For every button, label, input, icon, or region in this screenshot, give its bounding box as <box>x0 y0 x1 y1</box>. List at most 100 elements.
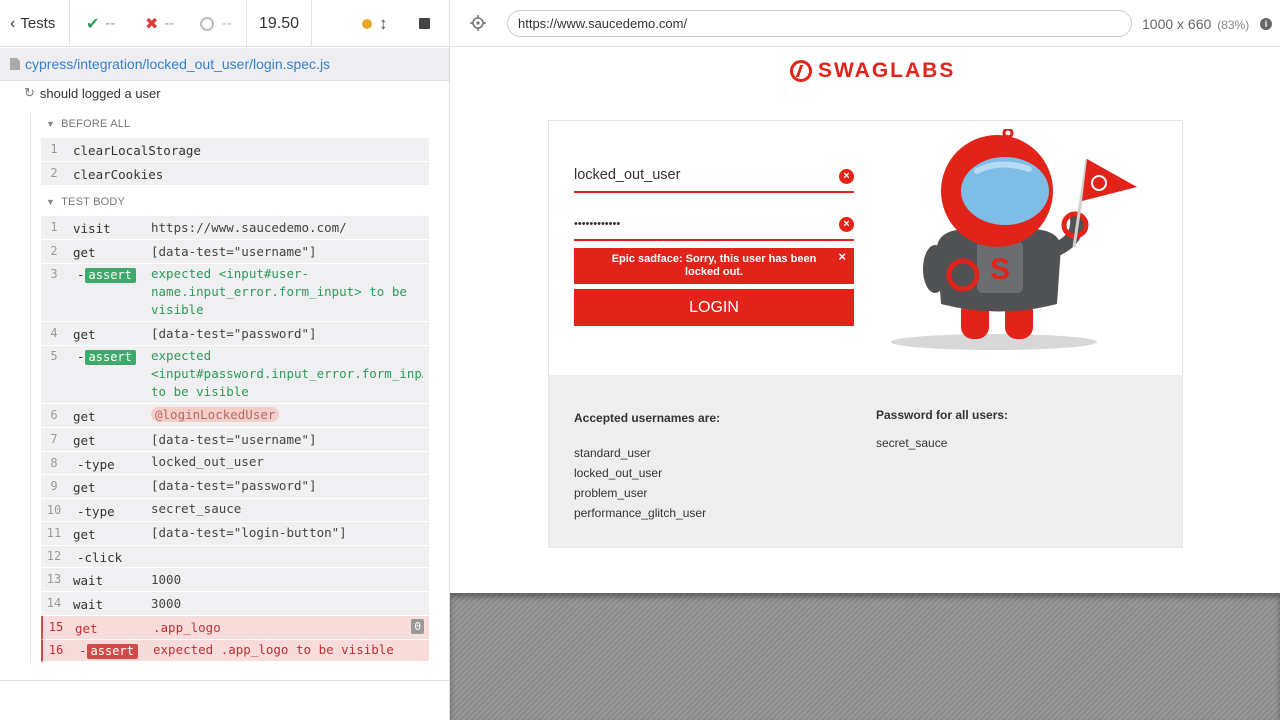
command-number: 11 <box>46 526 62 540</box>
stop-button[interactable] <box>419 0 430 47</box>
aut-iframe: SWAGLABS locked_out_user × •••••••••••• … <box>451 48 1280 593</box>
command-message: secret_sauce <box>151 501 242 516</box>
command-number: 13 <box>46 572 62 586</box>
command-message: https://www.saucedemo.com/ <box>151 220 347 235</box>
login-button[interactable]: LOGIN <box>574 289 854 326</box>
password-value: •••••••••••• <box>574 218 621 230</box>
command-name: clearLocalStorage <box>73 143 201 158</box>
command-row[interactable]: 12 -click <box>41 546 429 568</box>
command-message: [data-test="username"] <box>151 432 317 447</box>
command-row[interactable]: 10 -type secret_sauce <box>41 499 429 522</box>
command-name: get <box>73 480 96 495</box>
swag-labs-logo-icon <box>790 60 812 82</box>
child-prefix: - <box>77 267 85 282</box>
command-message: [data-test="password"] <box>151 326 317 341</box>
command-number: 6 <box>50 408 58 422</box>
command-name: wait <box>73 573 104 588</box>
alias-badge: @loginLockedUser <box>151 407 280 422</box>
command-message: locked_out_user <box>151 454 264 469</box>
message-line: visible <box>151 302 204 317</box>
assert-badge: assert <box>84 350 136 365</box>
error-message: Epic sadface: Sorry, this user has been … <box>611 253 817 278</box>
command-name: - assert <box>77 267 136 283</box>
url-bar[interactable]: https://www.saucedemo.com/ <box>507 10 1132 37</box>
username-field[interactable]: locked_out_user × <box>574 159 854 193</box>
test-body-hook-label[interactable]: ▼ TEST BODY <box>46 196 125 208</box>
command-message: expected <input#user- name.input_error.f… <box>151 265 423 319</box>
command-row[interactable]: 7 get [data-test="username"] <box>41 428 429 452</box>
failed-value: -- <box>164 15 175 32</box>
command-name: get <box>75 621 98 636</box>
command-message: @loginLockedUser <box>151 406 423 424</box>
command-row[interactable]: 13 wait 1000 <box>41 568 429 592</box>
viewport-scale: (83%) <box>1217 18 1250 32</box>
command-row[interactable]: 6 get @loginLockedUser <box>41 404 429 428</box>
auto-scroll-toggle[interactable]: ↕ <box>379 0 388 47</box>
viewport-size: 1000 x 660 (83%) <box>1142 16 1249 32</box>
command-row[interactable]: 1 clearLocalStorage <box>41 138 429 162</box>
robot-mascot-image: S <box>891 129 1137 350</box>
login-container: locked_out_user × •••••••••••• × Epic sa… <box>548 120 1183 548</box>
command-row[interactable]: 14 wait 3000 <box>41 592 429 616</box>
command-number: 15 <box>48 620 64 634</box>
error-close-button[interactable]: × <box>838 250 846 264</box>
username-option: problem_user <box>574 486 648 500</box>
command-row-failed[interactable]: 16 - assert expected .app_logo to be visi… <box>41 640 429 662</box>
command-row[interactable]: 11 get [data-test="login-button"] <box>41 522 429 546</box>
message-line: expected <box>151 348 212 363</box>
login-form: locked_out_user × •••••••••••• × Epic sa… <box>549 121 1182 375</box>
file-icon <box>10 58 20 70</box>
selector-playground-button[interactable] <box>470 15 486 31</box>
username-option: standard_user <box>574 446 651 460</box>
command-name: get <box>73 527 96 542</box>
command-row[interactable]: 2 get [data-test="username"] <box>41 240 429 264</box>
assert-badge: assert <box>86 644 138 659</box>
logo-text: SWAGLABS <box>818 59 956 82</box>
tests-label: Tests <box>20 15 56 32</box>
message-line: to be visible <box>151 384 249 399</box>
command-row[interactable]: 1 visit https://www.saucedemo.com/ <box>41 216 429 240</box>
command-name: wait <box>73 597 104 612</box>
command-number: 16 <box>48 643 64 657</box>
command-number: 4 <box>50 326 58 340</box>
spec-file-link[interactable]: cypress/integration/locked_out_user/logi… <box>25 56 330 72</box>
command-number: 5 <box>50 349 58 363</box>
command-row[interactable]: 5 - assert expected <input#password.input… <box>41 346 429 404</box>
command-row[interactable]: 8 -type locked_out_user <box>41 452 429 475</box>
test-title[interactable]: ↻ should logged a user <box>24 85 161 101</box>
info-icon[interactable]: i <box>1260 18 1272 30</box>
command-number: 2 <box>50 244 58 258</box>
message-line: <input#password.input_error.form_inp… <box>151 366 423 381</box>
login-credentials: Accepted usernames are: standard_user lo… <box>549 375 1182 547</box>
command-number: 10 <box>46 503 62 517</box>
aut-empty-area <box>450 593 1280 720</box>
command-name: -type <box>77 504 115 519</box>
tests-button[interactable]: ‹ Tests <box>0 0 70 47</box>
command-row-failed[interactable]: 15 get .app_logo 0 <box>41 616 429 640</box>
command-row[interactable]: 4 get [data-test="password"] <box>41 322 429 346</box>
swag-labs-logo: SWAGLABS <box>790 59 955 83</box>
command-name: get <box>73 433 96 448</box>
command-message: 1000 <box>151 572 182 587</box>
tree-guide-line <box>30 114 31 662</box>
crosshair-icon <box>470 15 486 31</box>
password-hint: secret_sauce <box>876 436 948 450</box>
x-icon: ✖ <box>145 15 159 33</box>
message-line: name.input_error.form_input> to be <box>151 284 407 299</box>
passed-value: -- <box>105 15 116 32</box>
before-all-hook-label[interactable]: ▼ BEFORE ALL <box>46 118 130 130</box>
command-row[interactable]: 2 clearCookies <box>41 162 429 186</box>
password-field[interactable]: •••••••••••• × <box>574 207 854 241</box>
circle-icon <box>200 16 214 31</box>
pending-count: -- <box>200 0 232 47</box>
command-row[interactable]: 9 get [data-test="password"] <box>41 475 429 499</box>
command-message: expected .app_logo to be visible <box>153 642 394 657</box>
refresh-icon: ↻ <box>24 85 35 100</box>
password-title: Password for all users: <box>876 408 1009 422</box>
command-row[interactable]: 3 - assert expected <input#user- name.inp… <box>41 264 429 322</box>
check-icon: ✔ <box>86 15 100 33</box>
username-option: locked_out_user <box>574 466 663 480</box>
command-number: 12 <box>46 549 62 563</box>
dot-icon <box>362 18 372 29</box>
command-message: [data-test="password"] <box>151 478 317 493</box>
